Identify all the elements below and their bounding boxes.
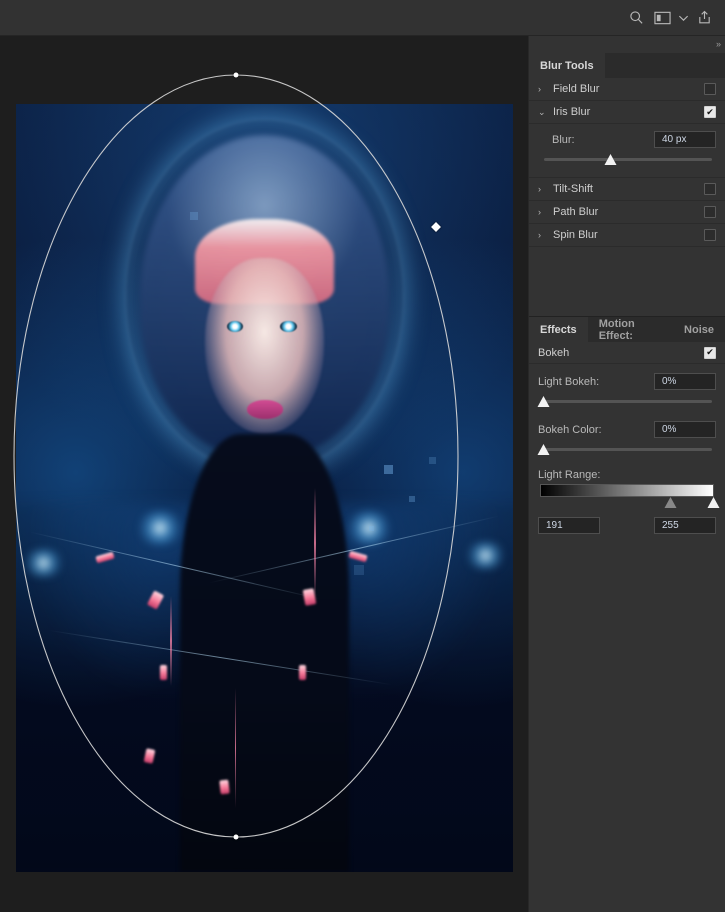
light-range-label: Light Range: [538,469,600,481]
light-bokeh-input[interactable]: 0% [654,373,716,390]
bokeh-color-group: Bokeh Color: 0% [538,421,716,456]
tilt-shift-label: Tilt-Shift [553,183,704,195]
effects-empty-space [529,557,725,912]
path-blur-label: Path Blur [553,206,704,218]
effects-body: Bokeh Light Bokeh: 0% [529,342,725,557]
blur-tools-panel: › Field Blur ⌄ Iris Blur Blur: 40 px [529,78,725,247]
panel-collapse-bar: » [529,36,725,53]
slider-track [544,400,712,403]
light-bokeh-slider[interactable] [544,396,712,408]
effects-tabrow: Effects Motion Effect: Noise [529,317,725,342]
bokeh-header-row[interactable]: Bokeh [529,342,725,364]
chevron-right-icon: › [538,207,553,217]
field-blur-checkbox[interactable] [704,83,716,95]
spin-blur-checkbox[interactable] [704,229,716,241]
blur-tools-tabrow: Blur Tools [529,53,725,78]
artwork-image [16,104,513,872]
sidebar-item-field-blur[interactable]: › Field Blur [529,78,725,101]
bokeh-checkbox[interactable] [704,347,716,359]
path-blur-checkbox[interactable] [704,206,716,218]
slider-thumb[interactable] [538,444,551,455]
top-toolbar [0,0,725,36]
tab-noise[interactable]: Noise [673,317,725,342]
sidebar-item-tilt-shift[interactable]: › Tilt-Shift [529,178,725,201]
chevron-down-icon: ⌄ [538,107,553,118]
iris-blur-controls: Blur: 40 px [529,124,725,178]
chevron-down-icon[interactable] [675,6,691,30]
light-range-max-thumb[interactable] [708,497,721,508]
sidebar-item-spin-blur[interactable]: › Spin Blur [529,224,725,247]
blur-tools-empty-space [529,247,725,316]
light-range-min-input[interactable]: 191 [538,517,600,534]
light-range-gradient[interactable] [540,484,714,497]
spin-blur-label: Spin Blur [553,229,704,241]
blur-amount-label: Blur: [538,134,575,146]
light-bokeh-group: Light Bokeh: 0% [538,373,716,408]
bokeh-color-label: Bokeh Color: [538,424,602,436]
iris-handle-top[interactable] [234,73,239,78]
sidebar-item-iris-blur[interactable]: ⌄ Iris Blur [529,101,725,124]
chevron-right-icon: › [538,230,553,240]
right-panel-dock: » Blur Tools › Field Blur ⌄ Iris Blur [528,36,725,912]
light-range-min-thumb[interactable] [664,497,677,508]
tab-effects[interactable]: Effects [529,317,588,342]
tilt-shift-checkbox[interactable] [704,183,716,195]
blur-amount-input[interactable]: 40 px [654,131,716,148]
iris-blur-label: Iris Blur [553,106,704,118]
document-canvas[interactable] [0,36,528,912]
tab-motion-effects[interactable]: Motion Effect: [588,317,673,342]
iris-blur-checkbox[interactable] [704,106,716,118]
workspace-body: » Blur Tools › Field Blur ⌄ Iris Blur [0,36,725,912]
slider-thumb[interactable] [538,396,551,407]
chevron-right-icon: › [538,184,553,194]
iris-handle-bottom[interactable] [234,835,239,840]
sidebar-item-path-blur[interactable]: › Path Blur [529,201,725,224]
tab-blur-tools[interactable]: Blur Tools [529,53,605,78]
slider-thumb[interactable] [605,154,618,165]
slider-track [544,158,712,161]
light-range-max-input[interactable]: 255 [654,517,716,534]
slider-track [544,448,712,451]
light-range-group: Light Range: 191 255 [538,469,716,534]
effects-panel: Effects Motion Effect: Noise Bokeh Light… [529,316,725,912]
photoshop-window: » Blur Tools › Field Blur ⌄ Iris Blur [0,0,725,912]
bokeh-color-input[interactable]: 0% [654,421,716,438]
collapse-panels-icon[interactable]: » [716,40,720,49]
workspace-switcher-icon[interactable] [649,6,675,30]
share-icon[interactable] [691,6,717,30]
light-bokeh-label: Light Bokeh: [538,376,599,388]
chevron-right-icon: › [538,84,553,94]
bokeh-label: Bokeh [538,347,569,359]
search-icon[interactable] [623,6,649,30]
light-range-thumbs [540,497,714,509]
blur-amount-slider[interactable] [544,154,712,166]
bokeh-color-slider[interactable] [544,444,712,456]
field-blur-label: Field Blur [553,83,704,95]
